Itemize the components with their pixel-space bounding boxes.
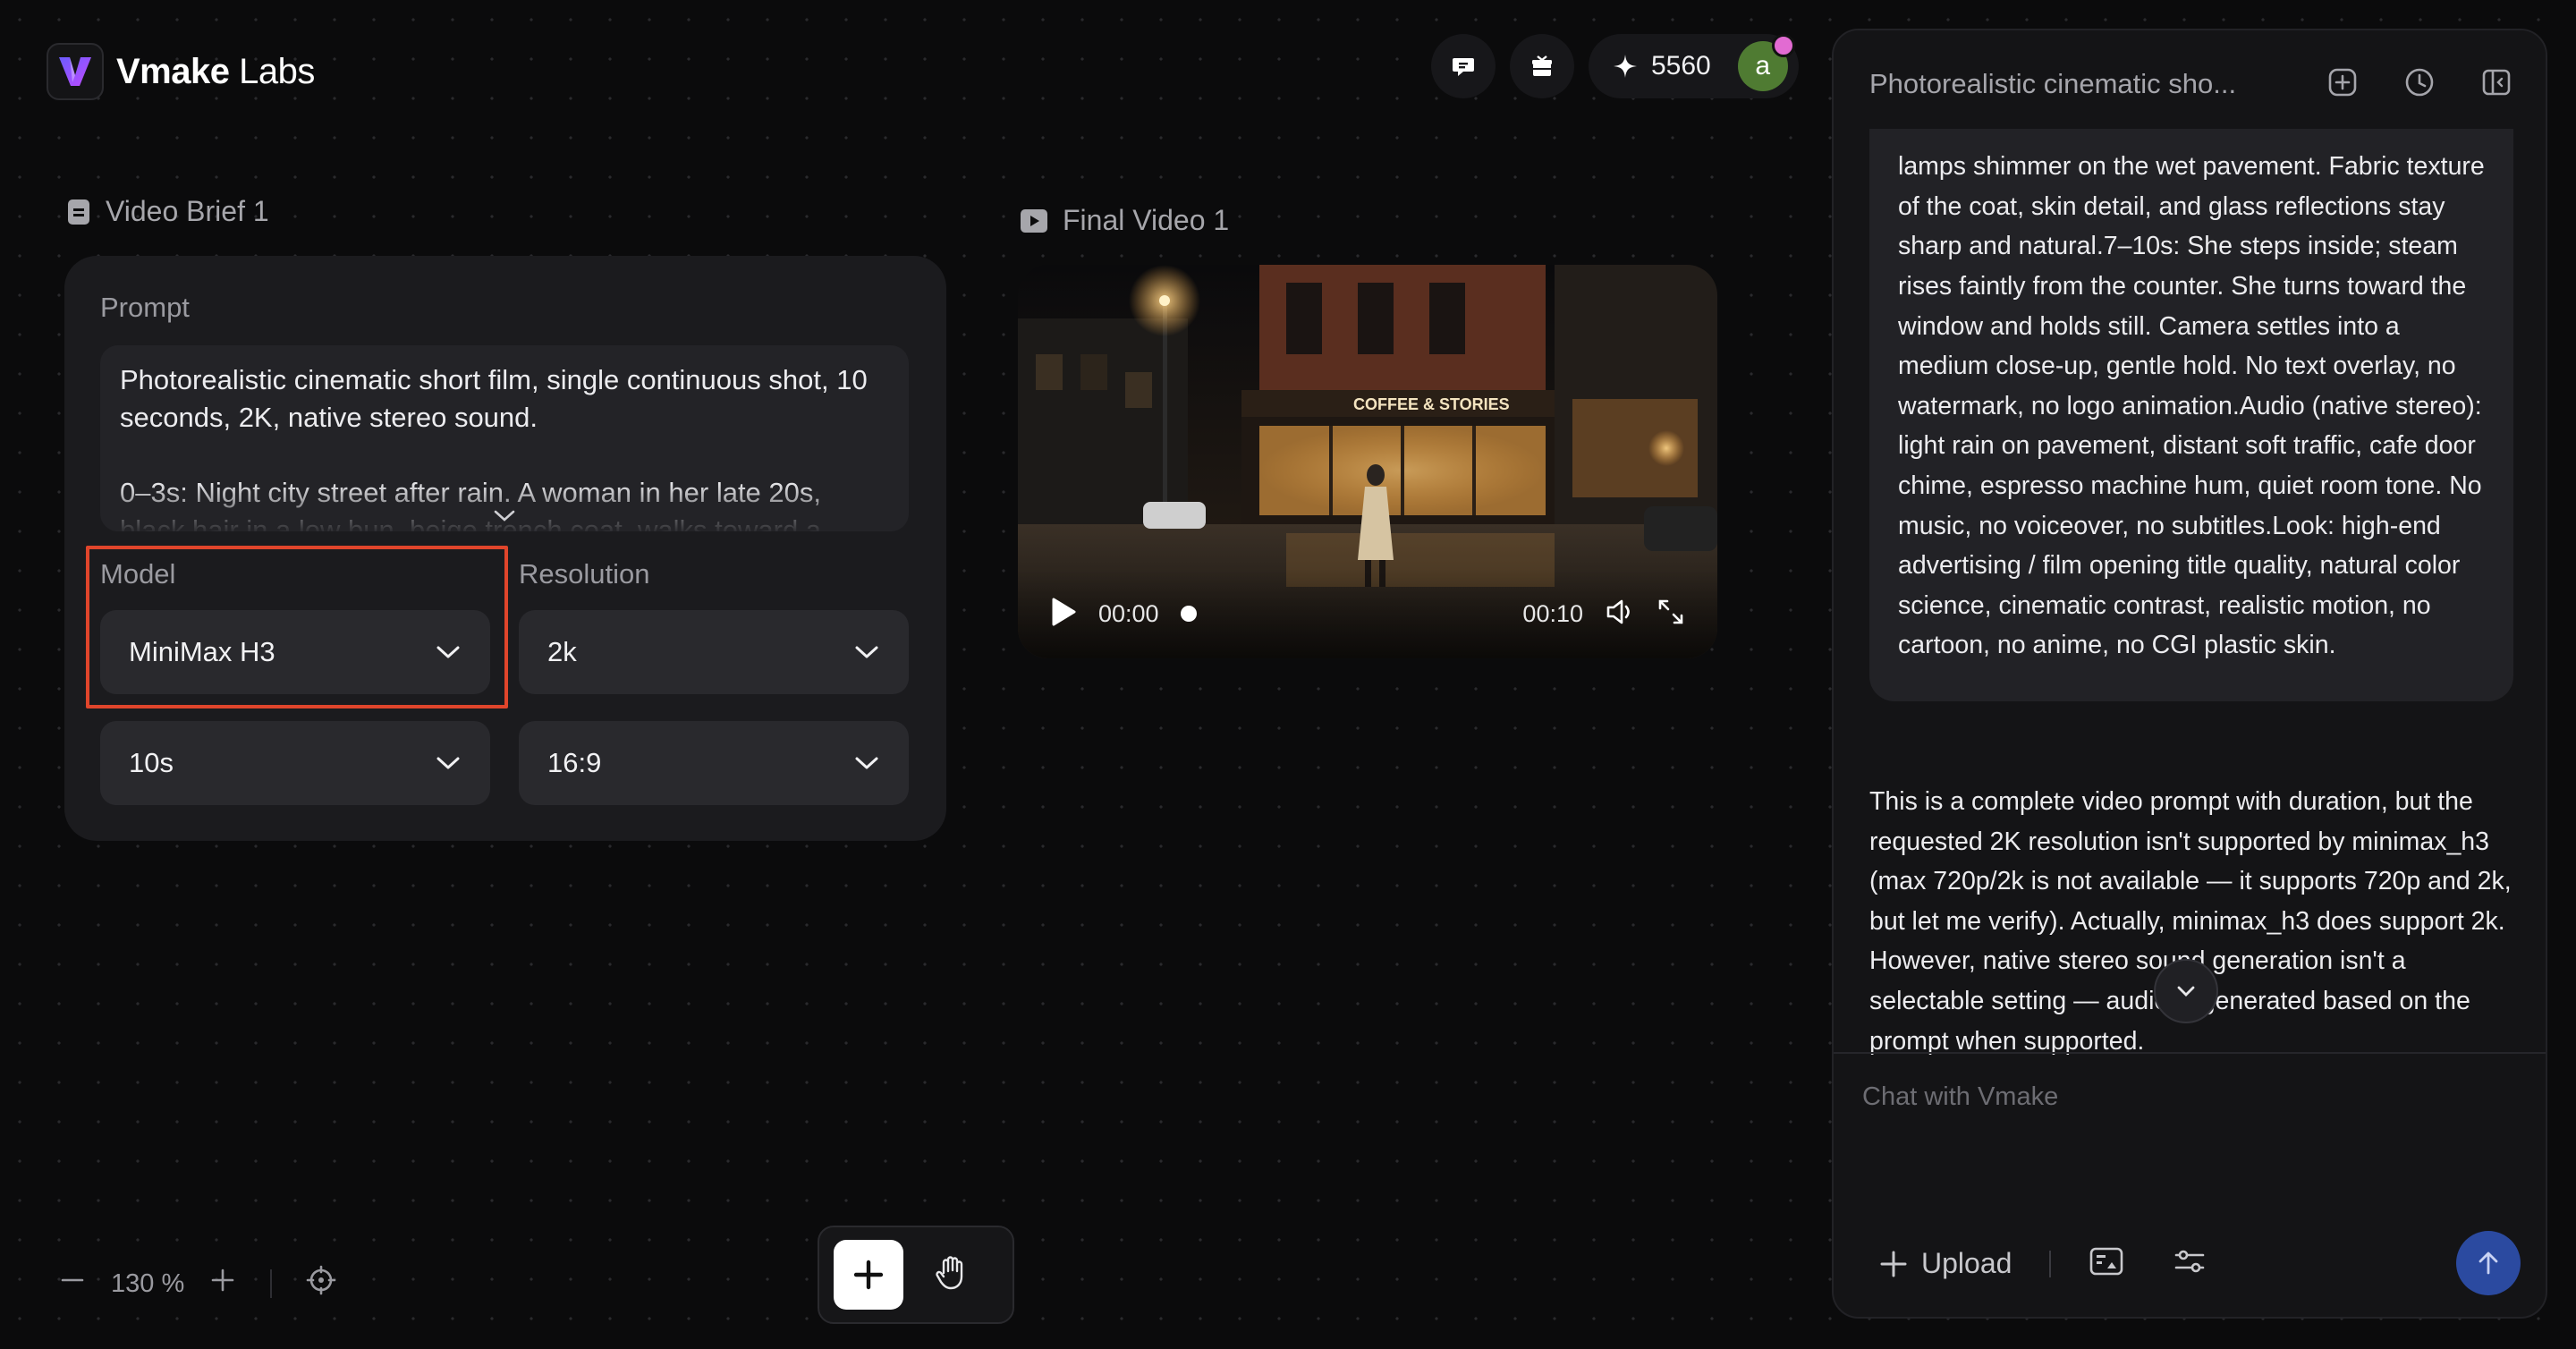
fullscreen-button[interactable]: [1657, 598, 1685, 631]
arrow-up-icon: [2479, 1251, 2498, 1275]
zoom-controls: 130 %: [59, 1265, 336, 1302]
chat-icon: [1453, 58, 1474, 76]
feedback-button[interactable]: [1431, 34, 1496, 98]
play-icon: [1052, 598, 1076, 625]
chat-panel: lamps shimmer on the wet pavement. Fabri…: [1832, 29, 2547, 1319]
brief-node-title[interactable]: Video Brief 1: [66, 195, 269, 228]
chat-divider: [1834, 1052, 2546, 1054]
user-message-text: lamps shimmer on the wet pavement. Fabri…: [1898, 152, 2485, 660]
chevron-down-icon: [2177, 986, 2195, 997]
gift-icon: [1532, 55, 1552, 76]
brief-title-text: Video Brief 1: [106, 195, 269, 227]
resolution-value: 2k: [547, 636, 577, 667]
send-button[interactable]: [2456, 1231, 2521, 1295]
chat-input[interactable]: Chat with Vmake: [1862, 1082, 2058, 1112]
zoom-out-button[interactable]: [59, 1267, 86, 1301]
avatar-badge-icon: [1771, 34, 1795, 57]
scroll-to-bottom-button[interactable]: [2154, 959, 2218, 1023]
duration-value: 10s: [129, 747, 174, 778]
sparkle-icon: [1614, 55, 1637, 78]
vmake-logo-icon: [47, 43, 104, 100]
chat-input-toolbar: Upload: [1878, 1245, 2207, 1282]
zoom-divider: [270, 1269, 273, 1298]
credits-pill[interactable]: 5560 a: [1589, 34, 1799, 98]
video-title-text: Final Video 1: [1063, 204, 1230, 236]
fit-view-button[interactable]: [306, 1265, 336, 1302]
avatar-letter: a: [1755, 51, 1771, 81]
resolution-label: Resolution: [519, 558, 650, 590]
duration-select[interactable]: 10s: [100, 721, 490, 805]
video-scrubber[interactable]: [1180, 606, 1502, 622]
plus-icon: [1880, 1251, 1907, 1277]
zoom-value: 130: [111, 1268, 155, 1298]
new-chat-button[interactable]: [2326, 65, 2360, 104]
brand-light: Labs: [239, 51, 315, 91]
video-controls: 00:00 00:10: [1018, 569, 1717, 658]
gift-button[interactable]: [1510, 34, 1574, 98]
video-player[interactable]: COFFEE & STORIES 00:00 00:10: [1018, 265, 1717, 658]
current-time: 00:00: [1098, 599, 1159, 627]
media-library-button[interactable]: [2089, 1245, 2124, 1282]
zoom-unit: %: [161, 1268, 185, 1298]
brand-bold: Vmake: [116, 51, 230, 91]
chat-header-actions: [2326, 65, 2513, 104]
total-time: 00:10: [1522, 599, 1583, 627]
resolution-select[interactable]: 2k: [519, 610, 909, 694]
chat-title[interactable]: Photorealistic cinematic sho...: [1869, 68, 2236, 100]
settings-button[interactable]: [2173, 1246, 2207, 1281]
chat-messages[interactable]: lamps shimmer on the wet pavement. Fabri…: [1834, 129, 2546, 1082]
hand-icon: [936, 1255, 963, 1289]
document-icon: [68, 199, 89, 225]
pan-tool-button[interactable]: [932, 1253, 971, 1297]
upload-button[interactable]: Upload: [1878, 1247, 2012, 1280]
user-avatar[interactable]: a: [1737, 34, 1795, 91]
minus-icon: [61, 1278, 84, 1282]
new-chat-icon: [2328, 68, 2357, 96]
aspect-ratio-value: 16:9: [547, 747, 602, 778]
sliders-icon: [2175, 1250, 2205, 1273]
sidebar-toggle-icon: [2482, 69, 2511, 95]
canvas-toolbar: [818, 1226, 1014, 1324]
history-button[interactable]: [2402, 65, 2436, 104]
play-button[interactable]: [1050, 597, 1077, 632]
upload-label: Upload: [1921, 1247, 2012, 1279]
scrubber-handle[interactable]: [1180, 606, 1197, 622]
cafe-sign-text: COFFEE & STORIES: [1353, 395, 1510, 413]
chevron-down-icon: [855, 646, 878, 658]
plus-icon: [211, 1268, 234, 1292]
add-node-button[interactable]: [834, 1240, 903, 1310]
toolbar-divider: [2049, 1250, 2052, 1277]
video-icon: [1021, 208, 1047, 233]
chevron-down-icon: [855, 757, 878, 769]
clock-icon: [2405, 68, 2434, 96]
prompt-label: Prompt: [100, 292, 190, 323]
media-card-icon: [2090, 1247, 2123, 1276]
crosshair-icon: [306, 1265, 336, 1295]
brand-name: Vmake Labs: [116, 52, 315, 92]
chevron-down-icon: [436, 757, 460, 769]
expand-prompt-button[interactable]: [492, 508, 517, 529]
app-logo[interactable]: Vmake Labs: [47, 43, 315, 100]
collapse-panel-button[interactable]: [2479, 65, 2513, 104]
volume-button[interactable]: [1605, 597, 1635, 632]
zoom-in-button[interactable]: [209, 1267, 236, 1301]
model-highlight-box: [86, 546, 508, 708]
user-message-bubble: lamps shimmer on the wet pavement. Fabri…: [1869, 129, 2513, 701]
chat-header: Photorealistic cinematic sho...: [1869, 61, 2513, 107]
aspect-ratio-select[interactable]: 16:9: [519, 721, 909, 805]
fullscreen-icon: [1658, 599, 1683, 624]
credits-count: 5560: [1651, 51, 1711, 81]
top-toolbar: 5560 a: [1431, 34, 1799, 98]
chevron-down-icon: [494, 510, 515, 522]
plus-icon: [853, 1260, 884, 1290]
zoom-level[interactable]: 130 %: [111, 1269, 184, 1299]
video-node-title[interactable]: Final Video 1: [1020, 204, 1229, 237]
volume-icon: [1606, 599, 1630, 624]
